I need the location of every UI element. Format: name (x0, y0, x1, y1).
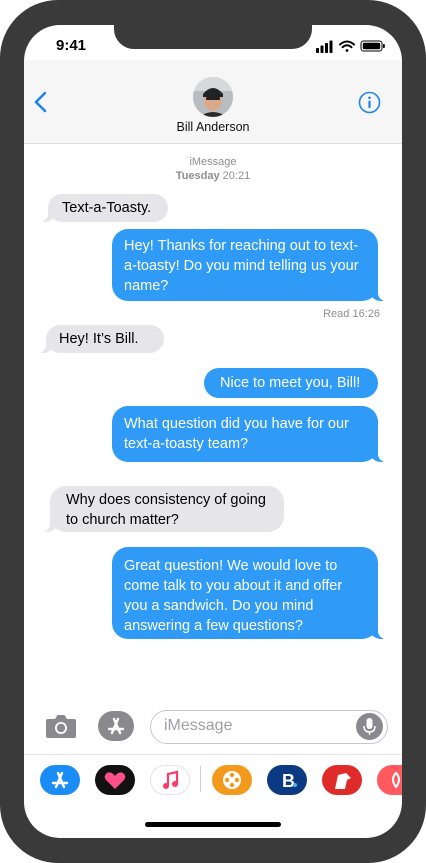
message-bubble-incoming[interactable]: Why does consistency of going to church … (40, 486, 284, 532)
read-receipt: Read 16:26 (323, 308, 380, 320)
message-bubble-outgoing[interactable]: Hey! Thanks for reaching out to text-a-t… (112, 229, 388, 301)
app-store-button[interactable] (98, 711, 134, 741)
music-icon[interactable] (150, 765, 190, 795)
message-bubble-outgoing[interactable]: What question did you have for our text-… (112, 406, 388, 462)
app-store-icon (107, 717, 125, 735)
microphone-icon (363, 718, 376, 735)
film-reel-icon[interactable] (212, 765, 252, 795)
booking-icon[interactable]: B (267, 765, 307, 795)
back-chevron-icon[interactable] (33, 91, 49, 113)
thread-day: Tuesday (175, 170, 220, 182)
contact-name[interactable]: Bill Anderson (140, 120, 286, 134)
battery-icon (360, 40, 385, 52)
message-bubble-outgoing[interactable]: Nice to meet you, Bill! (204, 368, 378, 398)
thread-time: 20:21 (222, 170, 251, 182)
avatar[interactable] (193, 77, 233, 117)
svg-text:B: B (282, 771, 295, 791)
app-store-icon[interactable] (40, 765, 80, 795)
thread-timestamp: Tuesday 20:21 (140, 170, 286, 182)
app-tray-divider (24, 754, 402, 755)
status-time: 9:41 (56, 37, 87, 54)
info-icon[interactable] (358, 91, 381, 114)
heart-app-icon[interactable] (95, 765, 135, 795)
message-bubble-incoming[interactable]: Hey! It’s Bill. (36, 325, 164, 353)
app-tray-separator (200, 766, 201, 792)
airbnb-icon[interactable] (377, 765, 402, 795)
camera-icon[interactable] (45, 713, 77, 739)
wifi-icon (339, 40, 355, 52)
status-icons (316, 40, 385, 53)
message-bubble-outgoing[interactable]: Great question! We would love to come ta… (112, 547, 388, 639)
service-label: iMessage (189, 156, 237, 168)
signal-icon (316, 40, 333, 53)
home-indicator[interactable] (145, 822, 281, 827)
microphone-button[interactable] (356, 713, 383, 740)
message-bubble-incoming[interactable]: Text-a-Toasty. (38, 194, 168, 222)
dog-app-icon[interactable] (322, 765, 362, 795)
avatar-photo (193, 77, 233, 117)
message-input-placeholder: iMessage (164, 717, 233, 734)
notch (114, 25, 312, 49)
